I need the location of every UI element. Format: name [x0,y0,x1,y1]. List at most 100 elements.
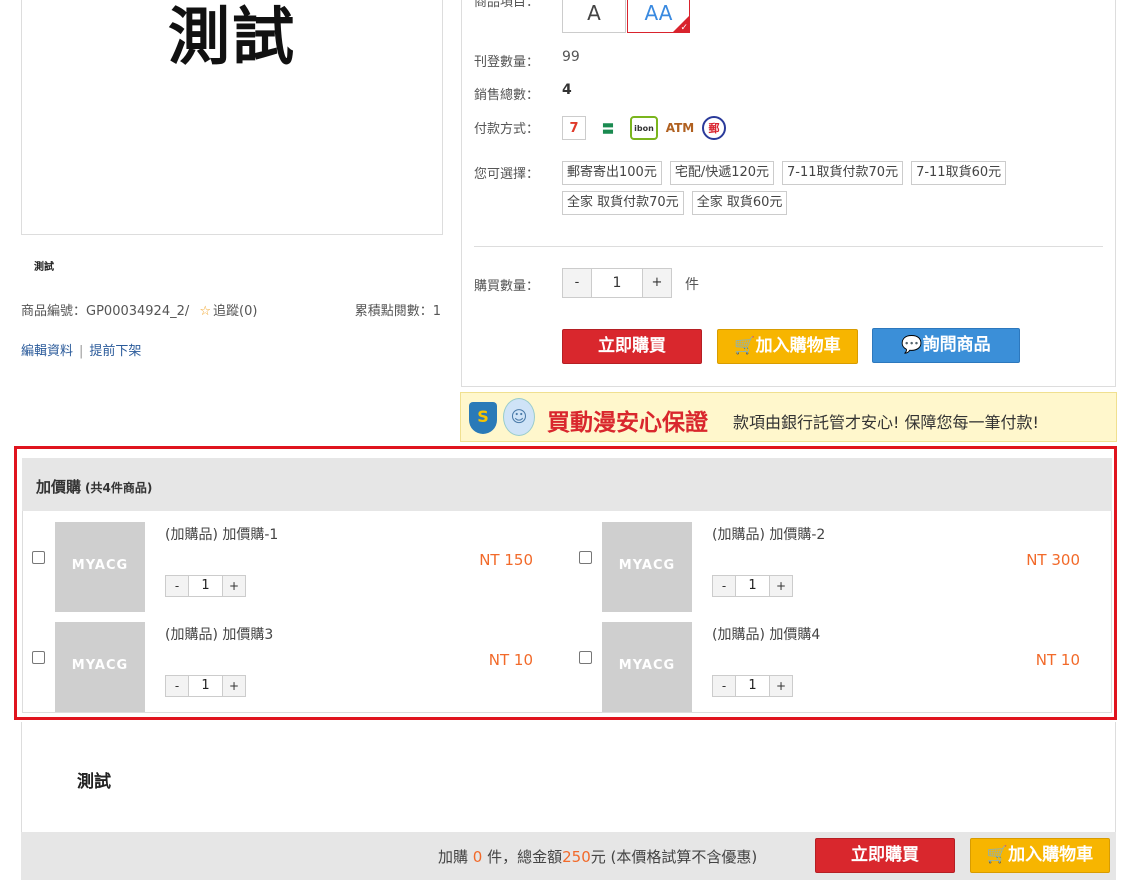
sold-label: 銷售總數： [474,88,540,103]
ask-product-button[interactable]: 💬詢問商品 [872,328,1020,363]
addon-quantity-stepper: - 1 + [165,575,246,597]
product-meta: 商品編號：GP00034924_2/ ☆ 追蹤(0) 累積點閱數：1 [21,300,441,319]
add-to-cart-button[interactable]: 🛒加入購物車 [717,329,858,364]
guarantee-banner: S ☺ 買動漫安心保證 款項由銀行託管才安心! 保障您每一筆付款! [460,392,1117,442]
bottom-add-to-cart-button[interactable]: 🛒加入購物車 [970,838,1110,873]
addon-image: MYACG [55,522,145,612]
addon-item: MYACG (加購品) 加價購-1 NT 150 - 1 + [23,511,568,612]
post-office-icon: 郵 [702,116,726,140]
option-aa[interactable]: AA ✓ [627,0,690,33]
addon-list: MYACG (加購品) 加價購-1 NT 150 - 1 + MYACG (加購… [22,511,1112,713]
addon-name: (加購品) 加價購4 [712,627,821,643]
buy-now-button[interactable]: 立即購買 [562,329,702,364]
product-description: 測試 [21,722,1116,837]
familymart-icon: 〓 [601,121,614,136]
follow-link[interactable]: 追蹤(0) [213,304,257,319]
shipping-option: 全家 取貨付款70元 [562,191,684,215]
shipping-option: 郵寄寄出100元 [562,161,662,185]
shipping-option: 7-11取貨付款70元 [782,161,904,185]
quantity-plus-button[interactable]: + [642,268,672,298]
sold-value: 4 [562,82,572,98]
addon-quantity-stepper: - 1 + [712,675,793,697]
bottom-buy-now-button[interactable]: 立即購買 [815,838,955,873]
addon-item: MYACG (加購品) 加價購4 NT 10 - 1 + [570,611,1115,712]
addon-checkbox[interactable] [579,651,592,664]
addon-image: MYACG [55,622,145,712]
mascot-icon: ☺ [503,398,535,436]
payment-icons: 7 〓 ibon ATM 郵 [562,116,726,140]
addon-plus-button[interactable]: + [222,675,246,697]
atm-icon: ATM [665,121,695,135]
addon-minus-button[interactable]: - [165,675,189,697]
checkout-summary: 加購 0 件，總金額250元 (本價格試算不含優惠) [438,848,758,866]
addon-plus-button[interactable]: + [769,675,793,697]
cart-icon: 🛒 [734,336,756,356]
shipping-option: 7-11取貨60元 [911,161,1007,185]
view-count: 累積點閱數：1 [354,304,441,319]
addon-item: MYACG (加購品) 加價購-2 NT 300 - 1 + [570,511,1115,612]
addon-minus-button[interactable]: - [712,575,736,597]
options-label: 商品項目： [474,0,540,10]
star-icon[interactable]: ☆ [199,304,211,319]
purchase-panel: 商品項目： A AA ✓ 刊登數量： 99 銷售總數： 4 付款方式： 7 〓 … [461,0,1116,387]
addon-title: 加價購 [36,478,82,496]
addon-price: NT 10 [488,651,533,669]
total-amount: 250 [562,848,591,866]
addon-checkbox[interactable] [579,551,592,564]
addon-plus-button[interactable]: + [769,575,793,597]
product-image-text: 測試 [167,0,296,73]
addon-minus-button[interactable]: - [712,675,736,697]
link-separator: | [79,344,84,359]
addon-checkbox[interactable] [32,651,45,664]
addon-quantity-input[interactable]: 1 [189,675,222,697]
addon-quantity-input[interactable]: 1 [189,575,222,597]
thumbnail-caption[interactable]: 測試 [34,258,54,273]
shipping-options: 郵寄寄出100元 宅配/快遞120元 7-11取貨付款70元 7-11取貨60元… [562,161,1032,215]
quantity-label: 購買數量： [474,279,540,294]
addon-quantity-input[interactable]: 1 [736,575,769,597]
cart-icon: 🛒 [986,845,1009,865]
quantity-unit: 件 [685,277,699,293]
stock-value: 99 [562,49,580,65]
description-text: 測試 [77,772,111,792]
product-code-label: 商品編號： [21,304,87,319]
addon-price: NT 150 [479,551,533,569]
checkout-bar: 加購 0 件，總金額250元 (本價格試算不含優惠) 立即購買 🛒加入購物車 [21,832,1116,880]
addon-quantity-stepper: - 1 + [712,575,793,597]
addon-image: MYACG [602,622,692,712]
addon-item: MYACG (加購品) 加價購3 NT 10 - 1 + [23,611,568,712]
product-code: GP00034924_2/ [86,304,190,319]
shipping-option: 宅配/快遞120元 [669,161,775,185]
edit-info-link[interactable]: 編輯資料 [21,344,73,359]
banner-title: 買動漫安心保證 [547,410,708,436]
edit-links: 編輯資料 | 提前下架 [21,340,141,359]
shield-icon: S [469,402,497,434]
addon-price: NT 10 [1035,651,1080,669]
banner-subtitle: 款項由銀行託管才安心! 保障您每一筆付款! [733,413,1039,432]
checkmark-icon: ✓ [680,23,688,33]
divider [474,246,1103,247]
addon-checkbox[interactable] [32,551,45,564]
quantity-input[interactable]: 1 [592,268,642,298]
addon-count: (共4件商品) [85,481,153,495]
stock-label: 刊登數量： [474,55,540,70]
shipping-option: 全家 取貨60元 [691,191,788,215]
addon-quantity-input[interactable]: 1 [736,675,769,697]
product-image: 測試 [21,0,443,235]
payment-label: 付款方式： [474,122,540,137]
addon-price: NT 300 [1026,551,1080,569]
addon-name: (加購品) 加價購-1 [165,527,279,543]
addon-minus-button[interactable]: - [165,575,189,597]
option-a[interactable]: A [562,0,626,33]
seven-eleven-icon: 7 [562,116,586,140]
unlist-early-link[interactable]: 提前下架 [89,344,141,359]
shipping-label: 您可選擇： [474,167,540,182]
addon-image: MYACG [602,522,692,612]
chat-icon: 💬 [901,335,923,355]
quantity-minus-button[interactable]: - [562,268,592,298]
addon-header: 加價購 (共4件商品) [22,458,1112,511]
addon-plus-button[interactable]: + [222,575,246,597]
addon-name: (加購品) 加價購-2 [712,527,826,543]
ibon-icon: ibon [630,116,658,140]
addon-quantity-stepper: - 1 + [165,675,246,697]
